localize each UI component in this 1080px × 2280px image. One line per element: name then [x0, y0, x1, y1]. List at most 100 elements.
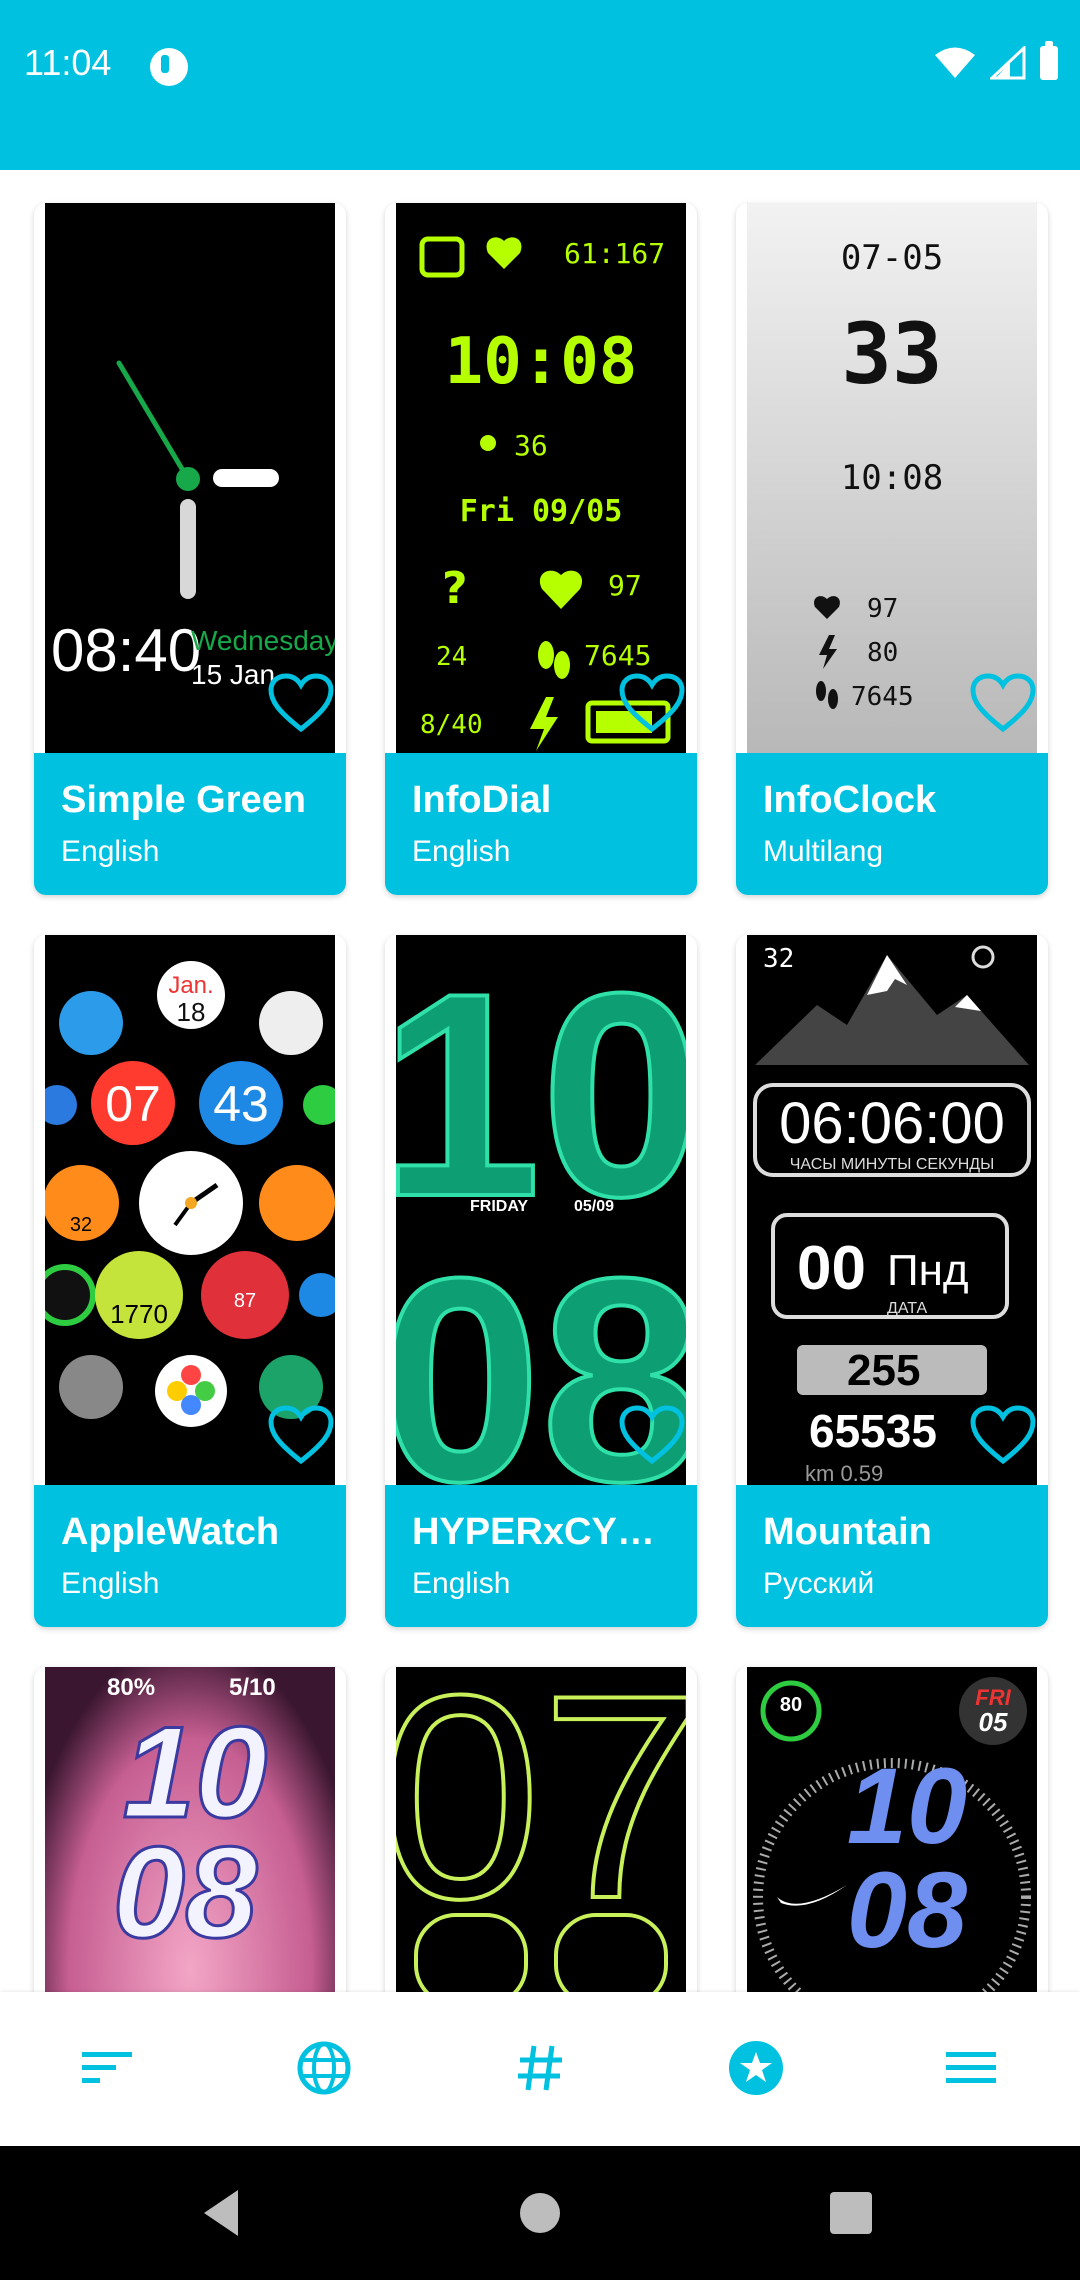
watchface-grid[interactable]: 08:40 Wednesday 15 Jan Simple Green Engl… — [0, 170, 1080, 1992]
watchface-preview[interactable]: 80% 5/10 10 08 — [45, 1667, 335, 1992]
svg-text:08: 08 — [847, 1849, 967, 1970]
svg-text:18: 18 — [177, 997, 206, 1027]
watchface-preview[interactable]: 61:167 10:08 36 Fri 09/05 ? 97 24 7645 8… — [396, 203, 686, 753]
nav-language[interactable] — [292, 2036, 356, 2100]
pink-face: 80% 5/10 10 08 — [45, 1667, 335, 1992]
card-language: English — [61, 835, 160, 868]
favorite-heart-icon[interactable] — [268, 1405, 334, 1465]
back-icon[interactable] — [190, 2180, 256, 2246]
watchface-preview[interactable]: Jan. 18 07 43 32 1770 87 — [34, 935, 343, 1485]
simple-green-face: 08:40 Wednesday 15 Jan — [45, 203, 338, 753]
favorite-heart-icon[interactable] — [268, 673, 334, 733]
status-time: 11:04 — [24, 42, 112, 83]
favorite-heart-icon[interactable] — [970, 673, 1036, 733]
watchface-preview[interactable]: 07 — [385, 1667, 697, 1992]
card-title: HYPERxCY… — [412, 1511, 655, 1553]
card-title: Mountain — [763, 1511, 932, 1553]
face-day-text: Wednesday — [191, 625, 335, 656]
wifi-icon — [935, 47, 975, 78]
svg-text:10: 10 — [847, 1745, 967, 1866]
watchface-preview[interactable]: 10 FRIDAY 05/09 08 — [385, 935, 697, 1544]
card-caption: Simple Green English — [34, 753, 346, 895]
svg-text:43: 43 — [213, 1076, 269, 1132]
card-caption: InfoDial English — [385, 753, 697, 895]
svg-text:32: 32 — [763, 944, 794, 974]
outline-face: 07 — [385, 1667, 697, 1992]
watchface-card[interactable]: 07 — [385, 1667, 697, 1992]
svg-text:06:06:00: 06:06:00 — [779, 1091, 1005, 1156]
favorite-heart-icon[interactable] — [970, 1405, 1036, 1465]
card-caption: Mountain Русский — [736, 1485, 1048, 1627]
watchface-preview[interactable]: 07-05 33 10:08 97 80 7645 — [747, 203, 1037, 753]
globe-icon — [297, 2041, 351, 2095]
battery-icon — [1040, 41, 1058, 80]
svg-text:97: 97 — [867, 594, 898, 624]
svg-text:05: 05 — [979, 1707, 1008, 1737]
nav-menu[interactable] — [940, 2036, 1004, 2100]
svg-text:32: 32 — [70, 1214, 92, 1236]
watchface-card[interactable]: 80 FRI 05 10 08 — [736, 1667, 1048, 1992]
bottom-navigation — [0, 1992, 1080, 2146]
svg-text:?: ? — [442, 563, 468, 614]
svg-text:80%: 80% — [107, 1674, 155, 1701]
watchface-card[interactable]: 08:40 Wednesday 15 Jan Simple Green Engl… — [34, 203, 346, 895]
recents-icon[interactable] — [818, 2180, 884, 2246]
nav-tags[interactable] — [508, 2036, 572, 2100]
notification-app-icon — [150, 48, 188, 86]
svg-text:7645: 7645 — [584, 639, 651, 672]
svg-text:5/10: 5/10 — [229, 1674, 276, 1701]
svg-text:07-05: 07-05 — [841, 238, 943, 278]
watchface-card[interactable]: 07-05 33 10:08 97 80 7645 InfoClock Mult… — [736, 203, 1048, 895]
svg-text:10:08: 10:08 — [445, 325, 638, 399]
card-title: InfoClock — [763, 779, 937, 821]
svg-text:FRIDAY: FRIDAY — [470, 1198, 528, 1215]
infoclock-face: 07-05 33 10:08 97 80 7645 — [747, 203, 1037, 753]
hyper-face: 10 FRIDAY 05/09 08 — [385, 935, 697, 1544]
watchface-card[interactable]: 10 FRIDAY 05/09 08 HYPERxCY… English — [385, 935, 697, 1627]
svg-text:36: 36 — [514, 429, 548, 462]
svg-text:97: 97 — [608, 569, 642, 602]
watchface-preview[interactable]: 08:40 Wednesday 15 Jan — [45, 203, 338, 753]
svg-text:ДАТА: ДАТА — [887, 1300, 928, 1317]
system-navigation-bar — [0, 2146, 1080, 2280]
svg-text:33: 33 — [841, 305, 942, 403]
svg-text:87: 87 — [234, 1290, 256, 1312]
svg-text:ЧАСЫ МИНУТЫ СЕКУНДЫ: ЧАСЫ МИНУТЫ СЕКУНДЫ — [790, 1156, 995, 1173]
card-caption: HYPERxCY… English — [385, 1485, 697, 1627]
watchface-card[interactable]: 80% 5/10 10 08 — [34, 1667, 346, 1992]
watchface-card[interactable]: 61:167 10:08 36 Fri 09/05 ? 97 24 7645 8… — [385, 203, 697, 895]
watchface-card[interactable]: Jan. 18 07 43 32 1770 87 AppleWatch Engl… — [34, 935, 346, 1627]
star-badge-icon — [729, 2041, 783, 2095]
svg-text:10: 10 — [396, 935, 686, 1257]
svg-text:80: 80 — [867, 638, 898, 668]
card-language: Русский — [763, 1567, 875, 1600]
svg-text:1770: 1770 — [110, 1299, 168, 1329]
favorite-heart-icon[interactable] — [619, 1405, 685, 1465]
card-title: Simple Green — [61, 779, 306, 821]
card-language: English — [61, 1567, 160, 1600]
favorite-heart-icon[interactable] — [619, 673, 685, 733]
svg-text:65535: 65535 — [809, 1405, 937, 1457]
svg-text:Fri 09/05: Fri 09/05 — [460, 494, 623, 529]
hashtag-icon — [518, 2045, 562, 2091]
card-language: English — [412, 1567, 511, 1600]
svg-text:08: 08 — [113, 1819, 258, 1965]
watchface-preview[interactable]: 32 06:06:00 ЧАСЫ МИНУТЫ СЕКУНДЫ 00 Пнд Д… — [747, 935, 1037, 1486]
card-language: Multilang — [763, 835, 884, 868]
svg-text:24: 24 — [436, 642, 467, 672]
nav-favorites[interactable] — [724, 2036, 788, 2100]
face-date-text: 15 Jan — [191, 659, 275, 690]
status-icons — [934, 41, 1058, 80]
menu-icon — [946, 2052, 996, 2083]
face-time-text: 08:40 — [51, 617, 201, 684]
card-language: English — [412, 835, 511, 868]
watchface-preview[interactable]: 80 FRI 05 10 08 — [747, 1667, 1037, 1992]
svg-text:7645: 7645 — [851, 682, 914, 712]
nav-sort[interactable] — [76, 2036, 140, 2100]
watchface-card[interactable]: 32 06:06:00 ЧАСЫ МИНУТЫ СЕКУНДЫ 00 Пнд Д… — [736, 935, 1048, 1627]
svg-text:05/09: 05/09 — [574, 1198, 614, 1215]
infodial-face: 61:167 10:08 36 Fri 09/05 ? 97 24 7645 8… — [396, 203, 686, 753]
applewatch-face: Jan. 18 07 43 32 1770 87 — [34, 935, 343, 1485]
home-icon[interactable] — [507, 2180, 573, 2246]
svg-text:Jan.: Jan. — [168, 972, 213, 999]
